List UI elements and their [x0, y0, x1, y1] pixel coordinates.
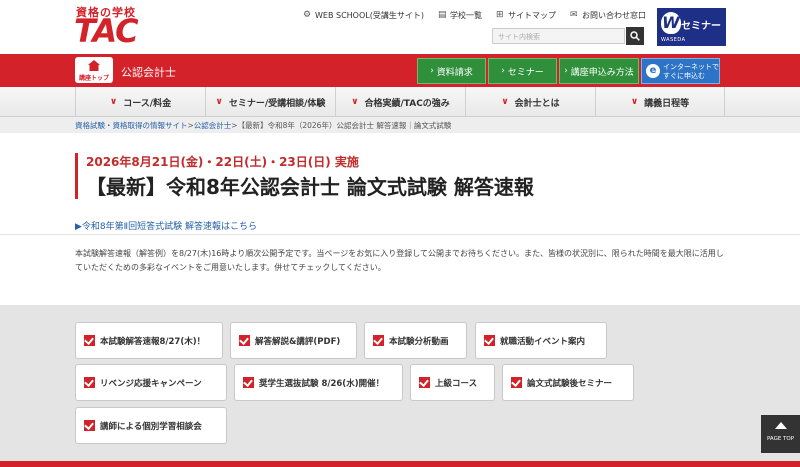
scholarship-exam-button[interactable]: 奨学生選抜試験 8/26(水)開催！ — [234, 364, 403, 401]
arrow-up-icon — [775, 422, 787, 429]
school-list-link[interactable]: ▤ 学校一覧 — [438, 10, 482, 21]
course-bar: 講座トップ 公認会計士 › 資料請求 › セミナー › 講座申込み方法 e イン… — [0, 54, 800, 87]
revenge-campaign-label: リベンジ応援キャンペーン — [100, 378, 202, 389]
job-event-button[interactable]: 就職活動イベント案内 — [475, 322, 607, 359]
page-top-button[interactable]: PAGE TOP — [761, 415, 800, 453]
chevron-down-icon: ∨ — [351, 97, 359, 107]
check-icon — [419, 377, 430, 388]
nav-results[interactable]: ∨ 合格実績/TACの強み — [335, 87, 465, 117]
chevron-down-icon: ∨ — [215, 97, 223, 107]
scholarship-exam-label: 奨学生選抜試験 8/26(水)開催！ — [259, 378, 385, 389]
post-exam-seminar-label: 論文式試験後セミナー — [527, 378, 613, 389]
revenge-campaign-button[interactable]: リベンジ応援キャンペーン — [75, 364, 227, 401]
section-title: 公認会計士 — [121, 66, 176, 79]
internet-apply-line1: インターネットで — [663, 63, 719, 71]
chevron-down-icon: ∨ — [630, 97, 639, 107]
chevron-down-icon: ∨ — [109, 97, 118, 107]
breadcrumb-link-cpa[interactable]: 公認会計士 — [194, 121, 232, 130]
breadcrumb-link-home[interactable]: 資格試験・資格取得の情報サイト — [75, 121, 188, 130]
advanced-course-button[interactable]: 上級コース — [410, 364, 495, 401]
nav-about-cpa[interactable]: ∨ 会計士とは — [465, 87, 595, 117]
web-school-label: WEB SCHOOL(受講生サイト) — [315, 11, 424, 20]
consultation-label: 講師による個別学習相談会 — [100, 421, 202, 432]
check-icon — [84, 420, 95, 431]
chevron-down-icon: ∨ — [501, 97, 509, 107]
contact-label: お問い合わせ窓口 — [581, 11, 646, 20]
title-accent-bar — [75, 153, 78, 199]
post-exam-seminar-button[interactable]: 論文式試験後セミナー — [502, 364, 634, 401]
w-seminar-small: WASEDA — [661, 37, 686, 43]
short-answer-link[interactable]: ▶令和8年第Ⅱ回短答式試験 解答速報はこちら — [75, 219, 257, 232]
site-search-input[interactable]: サイト内検索 — [492, 28, 625, 44]
page-title: 【最新】令和8年公認会計士 論文式試験 解答速報 — [86, 175, 534, 199]
chevron-right-icon: › — [564, 66, 568, 76]
web-school-link[interactable]: ⚙ WEB SCHOOL(受講生サイト) — [303, 10, 424, 21]
footer-red-strip — [0, 461, 800, 467]
mail-icon: ✉ — [569, 10, 578, 20]
check-icon — [484, 335, 495, 346]
nav-about-cpa-label: 会計士とは — [514, 98, 560, 109]
home-icon — [88, 60, 100, 71]
search-button[interactable] — [626, 27, 644, 45]
gear-icon: ⚙ — [303, 10, 312, 20]
analysis-video-button[interactable]: 本試験分析動画 — [364, 322, 467, 359]
check-icon — [84, 377, 95, 388]
search-icon — [630, 31, 640, 41]
sitemap-icon: ⊞ — [495, 10, 504, 20]
internet-apply-button[interactable]: e インターネットで すぐに申込む — [641, 58, 720, 84]
answer-pdf-button[interactable]: 解答解説&講評(PDF) — [230, 322, 357, 359]
breadcrumb-current: 【最新】令和8年（2026年）公認会計士 解答速報｜論文式試験 — [237, 121, 452, 130]
analysis-video-label: 本試験分析動画 — [389, 336, 449, 347]
course-top-label: 講座トップ — [78, 75, 109, 82]
internet-e-icon: e — [646, 64, 660, 78]
chevron-right-icon: › — [501, 66, 505, 76]
breadcrumb: 資格試験・資格取得の情報サイト>公認会計士>【最新】令和8年（2026年）公認会… — [0, 117, 800, 133]
page-description: 本試験解答速報（解答例）を8/27(木)16時より順次公開予定です。当ページをお… — [75, 249, 724, 272]
check-icon — [373, 335, 384, 346]
w-seminar-text: セミナー — [681, 21, 721, 32]
site-header: 資格の学校 TAC ⚙ WEB SCHOOL(受講生サイト) ▤ 学校一覧 ⊞ … — [0, 0, 800, 54]
title-area: 2026年8月21日(金)・22日(土)・23日(日) 実施 【最新】令和8年公… — [0, 133, 800, 235]
main-nav: ∨ コース/料金 ∨ セミナー/受講相談/体験 ∨ 合格実績/TACの強み ∨ … — [0, 87, 800, 117]
seminar-button[interactable]: › セミナー — [488, 58, 557, 84]
brochure-request-button[interactable]: › 資料請求 — [417, 58, 486, 84]
top-links: ⚙ WEB SCHOOL(受講生サイト) ▤ 学校一覧 ⊞ サイトマップ ✉ お… — [303, 10, 646, 21]
page-top-label: PAGE TOP — [766, 436, 795, 442]
job-event-label: 就職活動イベント案内 — [500, 336, 586, 347]
check-icon — [84, 335, 95, 346]
advanced-course-label: 上級コース — [435, 378, 478, 389]
sitemap-label: サイトマップ — [507, 11, 556, 20]
answer-flash-button[interactable]: 本試験解答速報8/27(木)！ — [75, 322, 223, 359]
nav-results-label: 合格実績/TACの強み — [364, 98, 450, 109]
consultation-button[interactable]: 講師による個別学習相談会 — [75, 407, 227, 444]
answer-flash-label: 本試験解答速報8/27(木)！ — [100, 336, 206, 347]
application-method-button[interactable]: › 講座申込み方法 — [559, 58, 639, 84]
nav-seminar[interactable]: ∨ セミナー/受講相談/体験 — [205, 87, 335, 117]
w-logo-icon: W — [661, 12, 681, 34]
check-icon — [511, 377, 522, 388]
brochure-request-label: 資料請求 — [436, 67, 473, 78]
nav-seminar-label: セミナー/受講相談/体験 — [228, 98, 326, 109]
chevron-right-icon: › — [430, 66, 434, 76]
answer-pdf-label: 解答解説&講評(PDF) — [255, 336, 341, 347]
nav-course-fee[interactable]: ∨ コース/料金 — [75, 87, 205, 117]
tac-logo[interactable]: TAC — [74, 13, 139, 49]
book-icon: ▤ — [437, 10, 447, 20]
internet-apply-text: インターネットで すぐに申込む — [663, 63, 719, 81]
nav-course-fee-label: コース/料金 — [123, 98, 172, 109]
seminar-label: セミナー — [507, 67, 544, 78]
nav-schedule[interactable]: ∨ 講義日程等 — [595, 87, 725, 117]
school-list-label: 学校一覧 — [449, 11, 482, 20]
course-top-button[interactable]: 講座トップ — [75, 57, 113, 83]
check-icon — [239, 335, 250, 346]
contact-link[interactable]: ✉ お問い合わせ窓口 — [570, 10, 646, 21]
internet-apply-line2: すぐに申込む — [663, 72, 705, 80]
application-method-label: 講座申込み方法 — [570, 67, 634, 78]
w-seminar-banner[interactable]: W セミナー WASEDA — [657, 8, 726, 46]
nav-schedule-label: 講義日程等 — [644, 98, 690, 109]
check-icon — [243, 377, 254, 388]
sitemap-link[interactable]: ⊞ サイトマップ — [496, 10, 556, 21]
exam-date: 2026年8月21日(金)・22日(土)・23日(日) 実施 — [86, 155, 359, 169]
